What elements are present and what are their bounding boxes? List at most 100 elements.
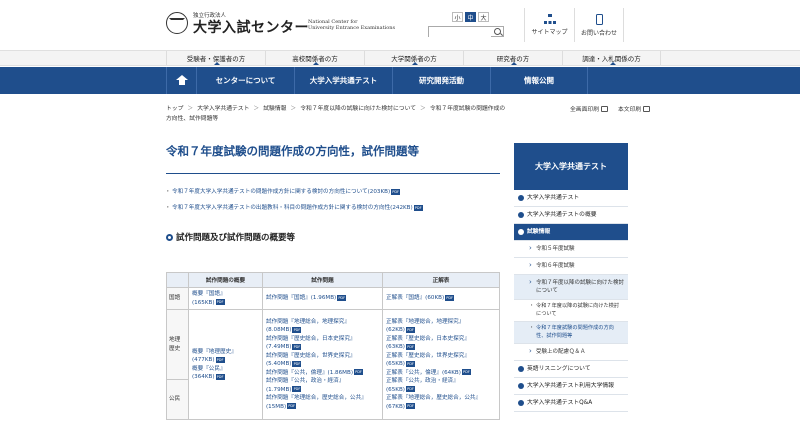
overview-link[interactable]: 概要『公民』 (192, 366, 226, 372)
pdf-icon: PDF (461, 369, 471, 376)
gnav-common-test[interactable]: 大学入学共通テスト (294, 67, 392, 94)
subject-cell: 国語 (166, 287, 189, 310)
problem-link[interactable]: 試作問題『地理総合，地理探究』 (266, 319, 350, 325)
sidebar: 大学入学共通テスト 大学入学共通テスト 大学入学共通テストの概要 試験情報 令和… (514, 143, 628, 412)
document-link-label: 令和７年度大学入学共通テストの問題作成方針に関する検討の方向性について(203K… (172, 189, 391, 195)
header-links: サイトマップ お問い合わせ (524, 8, 624, 42)
sidebar-sub-r5[interactable]: 令和５年度試験 (514, 241, 628, 258)
pdf-icon: PDF (215, 356, 225, 363)
logo-title[interactable]: 大学入試センター (193, 17, 309, 37)
answer-link[interactable]: 正解表『地理総合，歴史総合，公共』 (386, 395, 481, 401)
overview-size: (477KB) (192, 357, 215, 363)
font-size-medium-button[interactable]: 中 (465, 12, 476, 22)
print-all-link[interactable]: 全画面印刷 (570, 104, 608, 113)
problem-link[interactable]: 試作問題『歴史総合，世界史探究』 (266, 353, 356, 359)
global-nav: センターについて 大学入学共通テスト 研究開発活動 情報公開 (0, 67, 800, 94)
print-body-label: 本文印刷 (618, 107, 642, 113)
font-size-small-button[interactable]: 小 (452, 12, 463, 22)
table-row: 地理歴史 概要『地理歴史』 (477KB) PDF 概要『公民』 (364KB) P… (166, 309, 500, 420)
answer-link[interactable]: 正解表『公共，政治・経済』 (386, 378, 459, 384)
breadcrumb-common-test[interactable]: 大学入学共通テスト (197, 106, 249, 112)
pdf-icon: PDF (406, 326, 415, 333)
overview-link[interactable]: 概要『地理歴史』 (192, 349, 237, 355)
sidebar-item-listening[interactable]: 英語リスニングについて (514, 361, 628, 378)
problem-link[interactable]: 試作問題『国語』(1.96MB) (266, 295, 336, 301)
audience-nav: 受験者・保護者の方 高校関係者の方 大学関係者の方 研究者の方 調達・入札関係の… (0, 50, 800, 66)
document-link[interactable]: 令和７年度大学入学共通テストの出題教科・科目の問題作成方針に関する検討の方向性(… (165, 204, 500, 213)
gnav-disclosure[interactable]: 情報公開 (490, 67, 588, 94)
overview-link[interactable]: 概要『国語』 (192, 291, 226, 297)
logo-emblem-icon[interactable] (166, 12, 188, 34)
sidebar-item-common-test[interactable]: 大学入学共通テスト (514, 190, 628, 207)
breadcrumb: トップ＞大学入学共通テスト＞試験情報＞令和７年度以降の試験に向けた検討について＞… (166, 106, 506, 122)
site-header: 独立行政法人 大学入試センター National Center for Univ… (0, 0, 800, 46)
answer-link[interactable]: 正解表『公共，倫理』(64KB) (386, 370, 461, 376)
contact-link[interactable]: お問い合わせ (574, 8, 624, 42)
sidebar-sub-r6[interactable]: 令和６年度試験 (514, 258, 628, 275)
answer-cell[interactable]: 正解表『地理総合，地理探究』 (62KB) PDF 正解表『歴史総合，日本史探究』… (382, 309, 500, 420)
search-input[interactable] (429, 27, 491, 37)
problem-cell[interactable]: 試作問題『地理総合，地理探究』 (8.08MB) PDF 試作問題『歴史総合，日本… (262, 309, 383, 420)
audience-procurement[interactable]: 調達・入札関係の方 (562, 51, 661, 65)
answer-link[interactable]: 正解表『国語』(60KB) (386, 295, 444, 301)
printer-icon (601, 105, 608, 112)
problem-link[interactable]: 試作問題『公共，政治・経済』 (266, 378, 344, 384)
sitemap-link[interactable]: サイトマップ (524, 8, 574, 42)
audience-highschool[interactable]: 高校関係者の方 (265, 51, 364, 65)
home-button[interactable] (166, 67, 196, 94)
contact-label: お問い合わせ (580, 29, 617, 37)
sidebar-subsub-r7-study[interactable]: 令和７年度以降の試験に向けた検討について (514, 300, 628, 322)
document-link-label: 令和７年度大学入学共通テストの出題教科・科目の問題作成方針に関する検討の方向性(… (172, 205, 413, 211)
pdf-icon: PDF (354, 369, 364, 376)
gnav-about[interactable]: センターについて (196, 67, 294, 94)
sidebar-item-overview[interactable]: 大学入学共通テストの概要 (514, 207, 628, 224)
overview-cell[interactable]: 概要『地理歴史』 (477KB) PDF 概要『公民』 (364KB) PDF (188, 309, 263, 420)
problem-link[interactable]: 試作問題『歴史総合，日本史探究』 (266, 336, 356, 342)
problem-size: (5.40MB) (266, 361, 292, 368)
sidebar-item-exam-info[interactable]: 試験情報 (514, 224, 628, 241)
audience-university[interactable]: 大学関係者の方 (364, 51, 463, 65)
sidebar-subsub-r7-samples[interactable]: 令和７年度試験の問題作成の方向性、試作問題等 (514, 322, 628, 344)
problem-link[interactable]: 試作問題『地理総合，歴史総合，公共』 (266, 395, 367, 401)
overview-cell[interactable]: 概要『国語』 (165KB) PDF (188, 287, 263, 310)
print-links: 全画面印刷 本文印刷 (570, 104, 651, 113)
pdf-icon: PDF (406, 403, 415, 410)
problem-size: (8.08MB) (266, 327, 292, 334)
breadcrumb-r7-study[interactable]: 令和７年度以降の試験に向けた検討について (300, 106, 416, 112)
answer-link[interactable]: 正解表『歴史総合，日本史探究』 (386, 336, 470, 342)
answer-link[interactable]: 正解表『地理総合，地理探究』 (386, 319, 464, 325)
answer-size: (62KB) (386, 327, 405, 334)
audience-examinees[interactable]: 受験者・保護者の方 (166, 51, 265, 65)
gnav-research[interactable]: 研究開発活動 (392, 67, 490, 94)
table-header: 試作問題 (262, 272, 383, 288)
breadcrumb-top[interactable]: トップ (166, 106, 183, 112)
search-box (428, 26, 504, 37)
problem-link[interactable]: 試作問題『公共，倫理』(1.86MB) (266, 370, 353, 376)
subject-cell: 公民 (166, 379, 189, 420)
sidebar-sub-r7-study[interactable]: 令和７年度以降の試験に向けた検討について (514, 275, 628, 300)
answer-size: (65KB) (386, 386, 405, 393)
sitemap-label: サイトマップ (531, 29, 568, 36)
sidebar-heading[interactable]: 大学入学共通テスト (514, 143, 628, 190)
table-header-row: 試作問題の概要 試作問題 正解表 (166, 272, 500, 288)
answer-size: (67KB) (386, 403, 405, 410)
pdf-icon: PDF (445, 294, 455, 301)
section-title-text: 試作問題及び試作問題の概要等 (176, 233, 296, 243)
search-icon[interactable] (494, 28, 501, 35)
sidebar-item-qa[interactable]: 大学入学共通テストQ&A (514, 395, 628, 412)
breadcrumb-exam-info[interactable]: 試験情報 (263, 106, 286, 112)
document-link[interactable]: 令和７年度大学入学共通テストの問題作成方針に関する検討の方向性について(203K… (165, 188, 500, 197)
print-body-link[interactable]: 本文印刷 (618, 104, 651, 113)
answer-link[interactable]: 正解表『歴史総合，世界史探究』 (386, 353, 470, 359)
pdf-icon: PDF (292, 360, 302, 367)
answer-cell[interactable]: 正解表『国語』(60KB) PDF (382, 287, 500, 310)
sidebar-sub-accommodation-qa[interactable]: 受験上の配慮Ｑ＆Ａ (514, 344, 628, 361)
sidebar-item-universities[interactable]: 大学入学共通テスト利用大学情報 (514, 378, 628, 395)
pdf-icon: PDF (292, 386, 302, 393)
printer-icon (643, 105, 651, 112)
page-title: 令和７年度試験の問題作成の方向性，試作問題等 (166, 143, 500, 174)
problem-cell[interactable]: 試作問題『国語』(1.96MB) PDF (262, 287, 383, 310)
font-size-large-button[interactable]: 大 (478, 12, 489, 22)
pdf-icon: PDF (292, 326, 302, 333)
audience-researchers[interactable]: 研究者の方 (463, 51, 562, 65)
